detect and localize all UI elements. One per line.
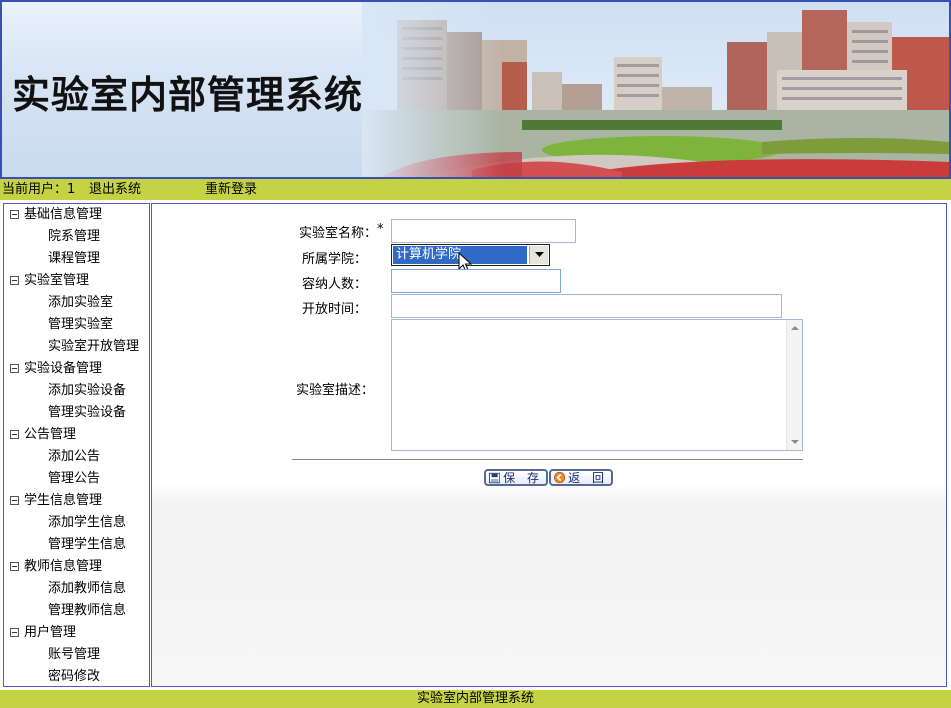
required-mark: *	[377, 222, 384, 237]
lab-name-input[interactable]	[391, 219, 576, 243]
save-button-label: 保 存	[503, 471, 543, 485]
menu-group-teachers[interactable]: 教师信息管理	[4, 556, 149, 578]
form-divider	[292, 459, 803, 460]
sidebar-item-departments[interactable]: 院系管理	[4, 226, 149, 248]
collapse-icon[interactable]	[10, 364, 19, 373]
menu-group-label: 学生信息管理	[24, 493, 103, 508]
chevron-down-icon[interactable]	[529, 246, 548, 264]
sidebar-item-manage-student[interactable]: 管理学生信息	[4, 534, 149, 556]
app-title: 实验室内部管理系统	[12, 72, 364, 117]
open-time-input[interactable]	[391, 294, 782, 318]
sidebar-menu: 基础信息管理 院系管理 课程管理 实验室管理 添加实验室 管理实验室 实验室开放…	[3, 203, 150, 687]
menu-group-basic-info[interactable]: 基础信息管理	[4, 204, 149, 226]
main-content: 实验室名称： * 所属学院： 计算机学院 容纳人数： 开放时间： 实验室描述： …	[151, 203, 947, 687]
open-time-label: 开放时间：	[301, 302, 367, 317]
relogin-link[interactable]: 重新登录	[205, 179, 257, 200]
menu-group-label: 实验室管理	[24, 273, 90, 288]
sidebar-item-manage-teacher[interactable]: 管理教师信息	[4, 600, 149, 622]
header-banner: 实验室内部管理系统	[0, 0, 951, 179]
menu-group-label: 基础信息管理	[24, 207, 103, 222]
save-icon	[489, 472, 501, 483]
collapse-icon[interactable]	[10, 276, 19, 285]
sidebar-item-manage-equipment[interactable]: 管理实验设备	[4, 402, 149, 424]
sidebar-item-add-teacher[interactable]: 添加教师信息	[4, 578, 149, 600]
back-button[interactable]: 返 回	[549, 469, 613, 486]
back-button-label: 返 回	[568, 471, 608, 485]
sidebar-item-add-equipment[interactable]: 添加实验设备	[4, 380, 149, 402]
scroll-up-icon[interactable]	[791, 326, 799, 330]
status-bar: 当前用户：1 退出系统 重新登录	[0, 179, 951, 200]
menu-group-label: 公告管理	[24, 427, 77, 442]
lab-name-label: 实验室名称：	[298, 226, 377, 241]
menu-group-users[interactable]: 用户管理	[4, 622, 149, 644]
sidebar-item-accounts[interactable]: 账号管理	[4, 644, 149, 666]
menu-group-announcements[interactable]: 公告管理	[4, 424, 149, 446]
description-label: 实验室描述：	[295, 383, 374, 398]
collapse-icon[interactable]	[10, 496, 19, 505]
sidebar-item-lab-opening[interactable]: 实验室开放管理	[4, 336, 149, 358]
menu-group-lab[interactable]: 实验室管理	[4, 270, 149, 292]
collapse-icon[interactable]	[10, 430, 19, 439]
sidebar-item-add-announcement[interactable]: 添加公告	[4, 446, 149, 468]
college-label: 所属学院：	[301, 252, 367, 267]
sidebar-item-manage-lab[interactable]: 管理实验室	[4, 314, 149, 336]
capacity-label: 容纳人数：	[301, 277, 367, 292]
footer: 实验室内部管理系统	[0, 690, 951, 708]
menu-group-students[interactable]: 学生信息管理	[4, 490, 149, 512]
sidebar-item-courses[interactable]: 课程管理	[4, 248, 149, 270]
menu-group-label: 实验设备管理	[24, 361, 103, 376]
menu-group-equipment[interactable]: 实验设备管理	[4, 358, 149, 380]
sidebar-item-add-student[interactable]: 添加学生信息	[4, 512, 149, 534]
collapse-icon[interactable]	[10, 210, 19, 219]
collapse-icon[interactable]	[10, 562, 19, 571]
menu-group-label: 用户管理	[24, 625, 77, 640]
description-textarea[interactable]	[391, 319, 803, 451]
collapse-icon[interactable]	[10, 628, 19, 637]
sidebar-item-add-lab[interactable]: 添加实验室	[4, 292, 149, 314]
save-button[interactable]: 保 存	[484, 469, 548, 486]
scrollbar[interactable]	[786, 320, 802, 450]
capacity-input[interactable]	[391, 269, 561, 293]
scroll-down-icon[interactable]	[791, 440, 799, 444]
current-user-label: 当前用户：1	[2, 182, 76, 197]
logout-link[interactable]: 退出系统	[89, 179, 141, 200]
back-icon	[554, 471, 566, 484]
sidebar-item-manage-announcement[interactable]: 管理公告	[4, 468, 149, 490]
menu-group-label: 教师信息管理	[24, 559, 103, 574]
sidebar-item-change-password[interactable]: 密码修改	[4, 666, 149, 686]
